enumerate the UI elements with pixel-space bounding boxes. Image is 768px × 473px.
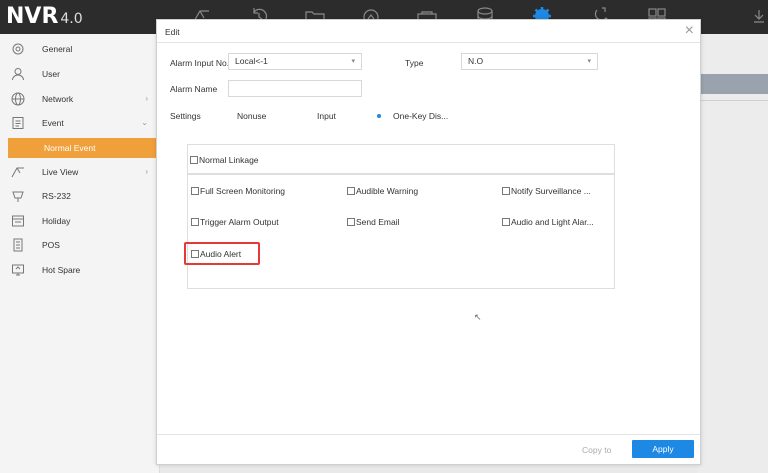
- sidebar-item-general[interactable]: General: [0, 37, 160, 61]
- checkbox-audio-light-alarm[interactable]: Audio and Light Alar...: [502, 217, 594, 227]
- sidebar: General User Network › Event ⌄ Normal Ev…: [0, 34, 160, 473]
- close-icon[interactable]: ×: [685, 22, 694, 40]
- sidebar-item-event[interactable]: Event ⌄: [0, 111, 160, 135]
- holiday-icon: [11, 214, 25, 228]
- radio-label: Nonuse: [237, 111, 267, 121]
- chevron-right-icon: ›: [145, 167, 148, 176]
- sidebar-item-label: User: [42, 69, 60, 79]
- sidebar-item-rs232[interactable]: RS-232: [0, 184, 160, 208]
- logo-version: 4.0: [60, 11, 83, 27]
- radio-nonuse[interactable]: Nonuse: [219, 111, 266, 121]
- checkbox-label: Audible Warning: [356, 186, 419, 196]
- type-value: N.O: [468, 56, 484, 66]
- chevron-down-icon: ⌄: [141, 118, 148, 127]
- settings-label: Settings: [170, 111, 201, 121]
- alarm-name-input[interactable]: [228, 80, 362, 97]
- chevron-down-icon: ▾: [587, 58, 591, 65]
- sidebar-item-label: Hot Spare: [42, 265, 81, 275]
- checkbox-normal-linkage[interactable]: Normal Linkage: [190, 155, 259, 165]
- list-header: [697, 74, 768, 94]
- checkbox[interactable]: [347, 187, 355, 195]
- event-icon: [11, 116, 25, 130]
- sidebar-item-network[interactable]: Network ›: [0, 87, 160, 111]
- divider: [157, 434, 700, 435]
- rs232-icon: [11, 189, 25, 203]
- sidebar-item-live-view[interactable]: Live View ›: [0, 160, 160, 184]
- checkbox-label: Full Screen Monitoring: [200, 186, 286, 196]
- sidebar-item-label: Live View: [42, 167, 79, 177]
- checkbox-label: Notify Surveillance ...: [511, 186, 591, 196]
- alarm-input-label: Alarm Input No.: [170, 58, 230, 68]
- checkbox[interactable]: [190, 156, 198, 164]
- sidebar-item-label: Holiday: [42, 216, 71, 226]
- radio-label: Input: [317, 111, 336, 121]
- sidebar-item-holiday[interactable]: Holiday: [0, 209, 160, 233]
- sidebar-item-label: General: [42, 44, 73, 54]
- alarm-input-value: Local<-1: [235, 56, 268, 66]
- sidebar-item-normal-event[interactable]: Normal Event: [8, 138, 156, 158]
- sidebar-item-label: Network: [42, 94, 74, 104]
- sidebar-item-label: Event: [42, 118, 64, 128]
- download-icon[interactable]: [748, 6, 764, 26]
- radio-input[interactable]: Input: [299, 111, 336, 121]
- sidebar-item-user[interactable]: User: [0, 62, 160, 86]
- divider: [157, 42, 700, 43]
- sidebar-item-label: POS: [42, 240, 60, 250]
- checkbox-audible-warning[interactable]: Audible Warning: [347, 186, 418, 196]
- sidebar-item-label: Normal Event: [44, 143, 96, 153]
- radio-button[interactable]: [299, 112, 307, 120]
- alarm-input-select[interactable]: Local<-1 ▾: [228, 53, 362, 70]
- radio-label: One-Key Dis...: [393, 111, 449, 121]
- sidebar-item-hot-spare[interactable]: Hot Spare: [0, 258, 160, 282]
- checkbox[interactable]: [502, 187, 510, 195]
- checkbox-label: Send Email: [356, 217, 400, 227]
- pos-icon: [11, 238, 25, 252]
- checkbox-full-screen-monitoring[interactable]: Full Screen Monitoring: [191, 186, 285, 196]
- type-label: Type: [405, 58, 424, 68]
- user-icon: [11, 67, 25, 81]
- live-view-icon: [11, 165, 25, 179]
- chevron-right-icon: ›: [145, 94, 148, 103]
- sidebar-item-pos[interactable]: POS: [0, 233, 160, 257]
- app-logo: NVR 4.0: [6, 4, 83, 29]
- checkbox-label: Normal Linkage: [199, 155, 259, 165]
- apply-button[interactable]: Apply: [632, 440, 694, 458]
- hot-spare-icon: [11, 263, 25, 277]
- alarm-name-label: Alarm Name: [170, 84, 218, 94]
- checkbox[interactable]: [191, 218, 199, 226]
- checkbox[interactable]: [502, 218, 510, 226]
- checkbox[interactable]: [347, 218, 355, 226]
- checkbox[interactable]: [191, 187, 199, 195]
- gear-icon: [11, 42, 25, 56]
- mouse-cursor-icon: ↖: [474, 312, 482, 322]
- radio-one-key-disarm[interactable]: One-Key Dis...: [375, 111, 448, 121]
- type-select[interactable]: N.O ▾: [461, 53, 598, 70]
- red-highlight-box: [184, 242, 260, 265]
- checkbox-label: Trigger Alarm Output: [200, 217, 279, 227]
- background-list-pane: [697, 34, 768, 473]
- chevron-down-icon: ▾: [351, 58, 355, 65]
- checkbox-send-email[interactable]: Send Email: [347, 217, 399, 227]
- copy-to-button[interactable]: Copy to: [582, 445, 611, 455]
- sidebar-item-label: RS-232: [42, 191, 71, 201]
- dialog-title: Edit: [165, 27, 180, 37]
- checkbox-notify-surveillance[interactable]: Notify Surveillance ...: [502, 186, 591, 196]
- radio-button[interactable]: [219, 112, 227, 120]
- radio-button-selected[interactable]: [375, 112, 383, 120]
- divider: [697, 100, 768, 101]
- logo-text: NVR: [6, 4, 59, 29]
- globe-icon: [11, 92, 25, 106]
- checkbox-trigger-alarm-output[interactable]: Trigger Alarm Output: [191, 217, 279, 227]
- checkbox-label: Audio and Light Alar...: [511, 217, 594, 227]
